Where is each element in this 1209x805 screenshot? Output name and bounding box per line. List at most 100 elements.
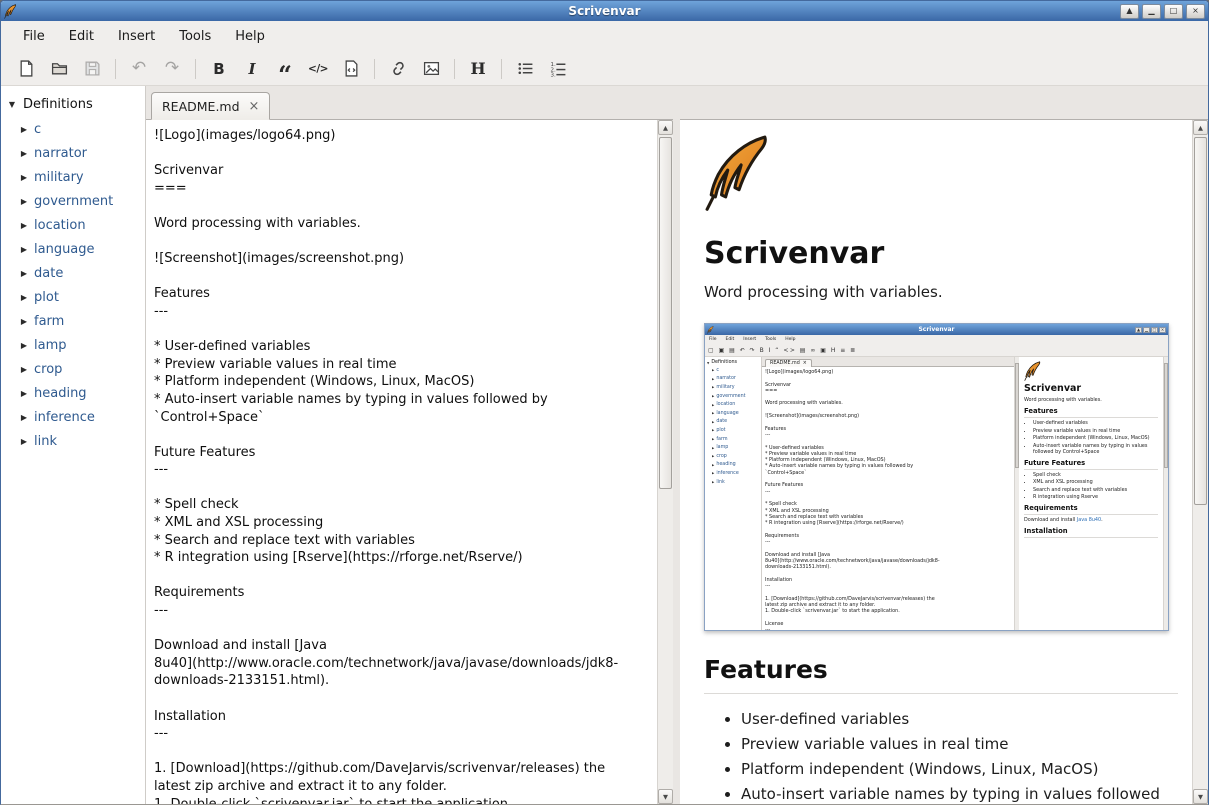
chevron-right-icon: ▶ xyxy=(19,365,29,374)
editor-content: ![Logo](images/logo64.png) Scrivenvar ==… xyxy=(154,127,649,804)
screenshot-image: Scrivenvar ▲▁□× FileEditInsertToolsHelp … xyxy=(704,323,1169,631)
toolbar-separator xyxy=(115,59,116,79)
scroll-down-button[interactable]: ▼ xyxy=(1193,789,1208,804)
feature-item: Auto-insert variable names by typing in … xyxy=(741,785,1178,804)
maximize-button[interactable]: □ xyxy=(1164,4,1183,19)
preview-title: Scrivenvar xyxy=(704,236,1178,271)
editor-scrollbar[interactable]: ▲ ▼ xyxy=(657,120,673,804)
definitions-tree: ▶ c ▶ narrator ▶ military ▶ government ▶… xyxy=(1,117,145,453)
tab-close-icon[interactable]: × xyxy=(249,99,260,114)
open-file-button[interactable] xyxy=(44,55,74,82)
minimize-button[interactable]: ▁ xyxy=(1142,4,1161,19)
tree-item[interactable]: ▶ link xyxy=(1,429,145,453)
mini-menubar: FileEditInsertToolsHelp xyxy=(705,335,1168,344)
tree-item[interactable]: ▶ date xyxy=(1,261,145,285)
mini-toolbar: ▢ ▣ ▤ ↶ ↷ B I “ <> ▤ ∞ ▣ H ≡ ≣ xyxy=(705,344,1168,357)
chevron-right-icon: ▶ xyxy=(19,437,29,446)
chevron-right-icon: ▶ xyxy=(19,173,29,182)
svg-text:3.: 3. xyxy=(550,72,556,77)
inline-code-button[interactable]: </> xyxy=(303,55,333,82)
menu-item[interactable]: Tools xyxy=(167,21,223,52)
mini-preview-scrollbar xyxy=(1163,357,1168,630)
bullet-list-button[interactable] xyxy=(510,55,540,82)
code-block-button[interactable] xyxy=(336,55,366,82)
bullet-list-icon xyxy=(517,60,534,77)
italic-button[interactable]: I xyxy=(237,55,267,82)
tree-item-label: lamp xyxy=(34,338,67,353)
tab-readme[interactable]: README.md × xyxy=(151,92,270,120)
menubar: FileEditInsertToolsHelp xyxy=(1,21,1208,52)
mini-window-controls: ▲▁□× xyxy=(1135,327,1166,333)
new-file-icon xyxy=(18,60,35,77)
tree-item[interactable]: ▶ lamp xyxy=(1,333,145,357)
menu-item[interactable]: Insert xyxy=(106,21,167,52)
tree-item-label: narrator xyxy=(34,146,87,161)
tree-root-definitions[interactable]: ▼ Definitions xyxy=(1,92,145,117)
save-floppy-icon xyxy=(84,60,101,77)
preview-scrollbar[interactable]: ▲ ▼ xyxy=(1192,120,1208,804)
preview-top-strip xyxy=(680,86,1208,120)
tree-item[interactable]: ▶ military xyxy=(1,165,145,189)
preview-tagline: Word processing with variables. xyxy=(704,283,1178,301)
tree-item-label: government xyxy=(34,194,113,209)
chevron-down-icon: ▼ xyxy=(7,100,17,109)
tree-item[interactable]: ▶ heading xyxy=(1,381,145,405)
save-button[interactable] xyxy=(77,55,107,82)
numbered-list-button[interactable]: 1.2.3. xyxy=(543,55,573,82)
tree-item-label: location xyxy=(34,218,86,233)
new-file-button[interactable] xyxy=(11,55,41,82)
scroll-down-button[interactable]: ▼ xyxy=(658,789,673,804)
tree-item[interactable]: ▶ government xyxy=(1,189,145,213)
tab-label: README.md xyxy=(162,99,240,114)
chevron-right-icon: ▶ xyxy=(19,245,29,254)
heading-button[interactable]: H xyxy=(463,55,493,82)
app-window: Scrivenvar ▲ ▁ □ × FileEditInsertToolsHe… xyxy=(0,0,1209,805)
close-button[interactable]: × xyxy=(1186,4,1205,19)
open-folder-icon xyxy=(51,60,68,77)
toolbar-separator xyxy=(374,59,375,79)
tree-item[interactable]: ▶ inference xyxy=(1,405,145,429)
tree-item[interactable]: ▶ narrator xyxy=(1,141,145,165)
toolbar-separator xyxy=(454,59,455,79)
chevron-right-icon: ▶ xyxy=(19,341,29,350)
blockquote-button[interactable]: “ xyxy=(270,55,300,82)
bold-button[interactable]: B xyxy=(204,55,234,82)
insert-image-button[interactable] xyxy=(416,55,446,82)
pane-splitter[interactable] xyxy=(673,86,680,804)
image-icon xyxy=(423,60,440,77)
tree-item-label: inference xyxy=(34,410,95,425)
insert-link-button[interactable] xyxy=(383,55,413,82)
tree-item[interactable]: ▶ c xyxy=(1,117,145,141)
mini-editor-scrollbar xyxy=(1014,357,1019,630)
main-area: ▼ Definitions ▶ c ▶ narrator ▶ military … xyxy=(1,86,1208,804)
tree-item-label: language xyxy=(34,242,95,257)
menu-item[interactable]: File xyxy=(11,21,57,52)
scrollbar-thumb[interactable] xyxy=(659,137,672,489)
shade-button[interactable]: ▲ xyxy=(1120,4,1139,19)
chevron-right-icon: ▶ xyxy=(19,221,29,230)
scroll-up-button[interactable]: ▲ xyxy=(1193,120,1208,135)
tree-item[interactable]: ▶ farm xyxy=(1,309,145,333)
feature-item: User-defined variables xyxy=(741,710,1178,728)
definitions-panel: ▼ Definitions ▶ c ▶ narrator ▶ military … xyxy=(1,86,146,804)
titlebar[interactable]: Scrivenvar ▲ ▁ □ × xyxy=(1,1,1208,21)
tree-item[interactable]: ▶ language xyxy=(1,237,145,261)
tree-item-label: c xyxy=(34,122,41,137)
toolbar: ↶ ↷ B I “ </> H 1.2.3. xyxy=(1,52,1208,86)
tree-item-label: plot xyxy=(34,290,59,305)
tree-item[interactable]: ▶ location xyxy=(1,213,145,237)
markdown-editor[interactable]: ![Logo](images/logo64.png) Scrivenvar ==… xyxy=(146,120,657,804)
tree-item-label: heading xyxy=(34,386,87,401)
undo-button[interactable]: ↶ xyxy=(124,55,154,82)
tree-item[interactable]: ▶ plot xyxy=(1,285,145,309)
tree-item-label: military xyxy=(34,170,84,185)
redo-button[interactable]: ↷ xyxy=(157,55,187,82)
scrollbar-thumb[interactable] xyxy=(1194,137,1207,505)
scroll-up-button[interactable]: ▲ xyxy=(658,120,673,135)
mini-titlebar: Scrivenvar ▲▁□× xyxy=(705,324,1168,335)
menu-item[interactable]: Help xyxy=(223,21,277,52)
logo-feather-image xyxy=(704,134,770,210)
app-feather-icon xyxy=(4,4,19,19)
menu-item[interactable]: Edit xyxy=(57,21,106,52)
tree-item[interactable]: ▶ crop xyxy=(1,357,145,381)
